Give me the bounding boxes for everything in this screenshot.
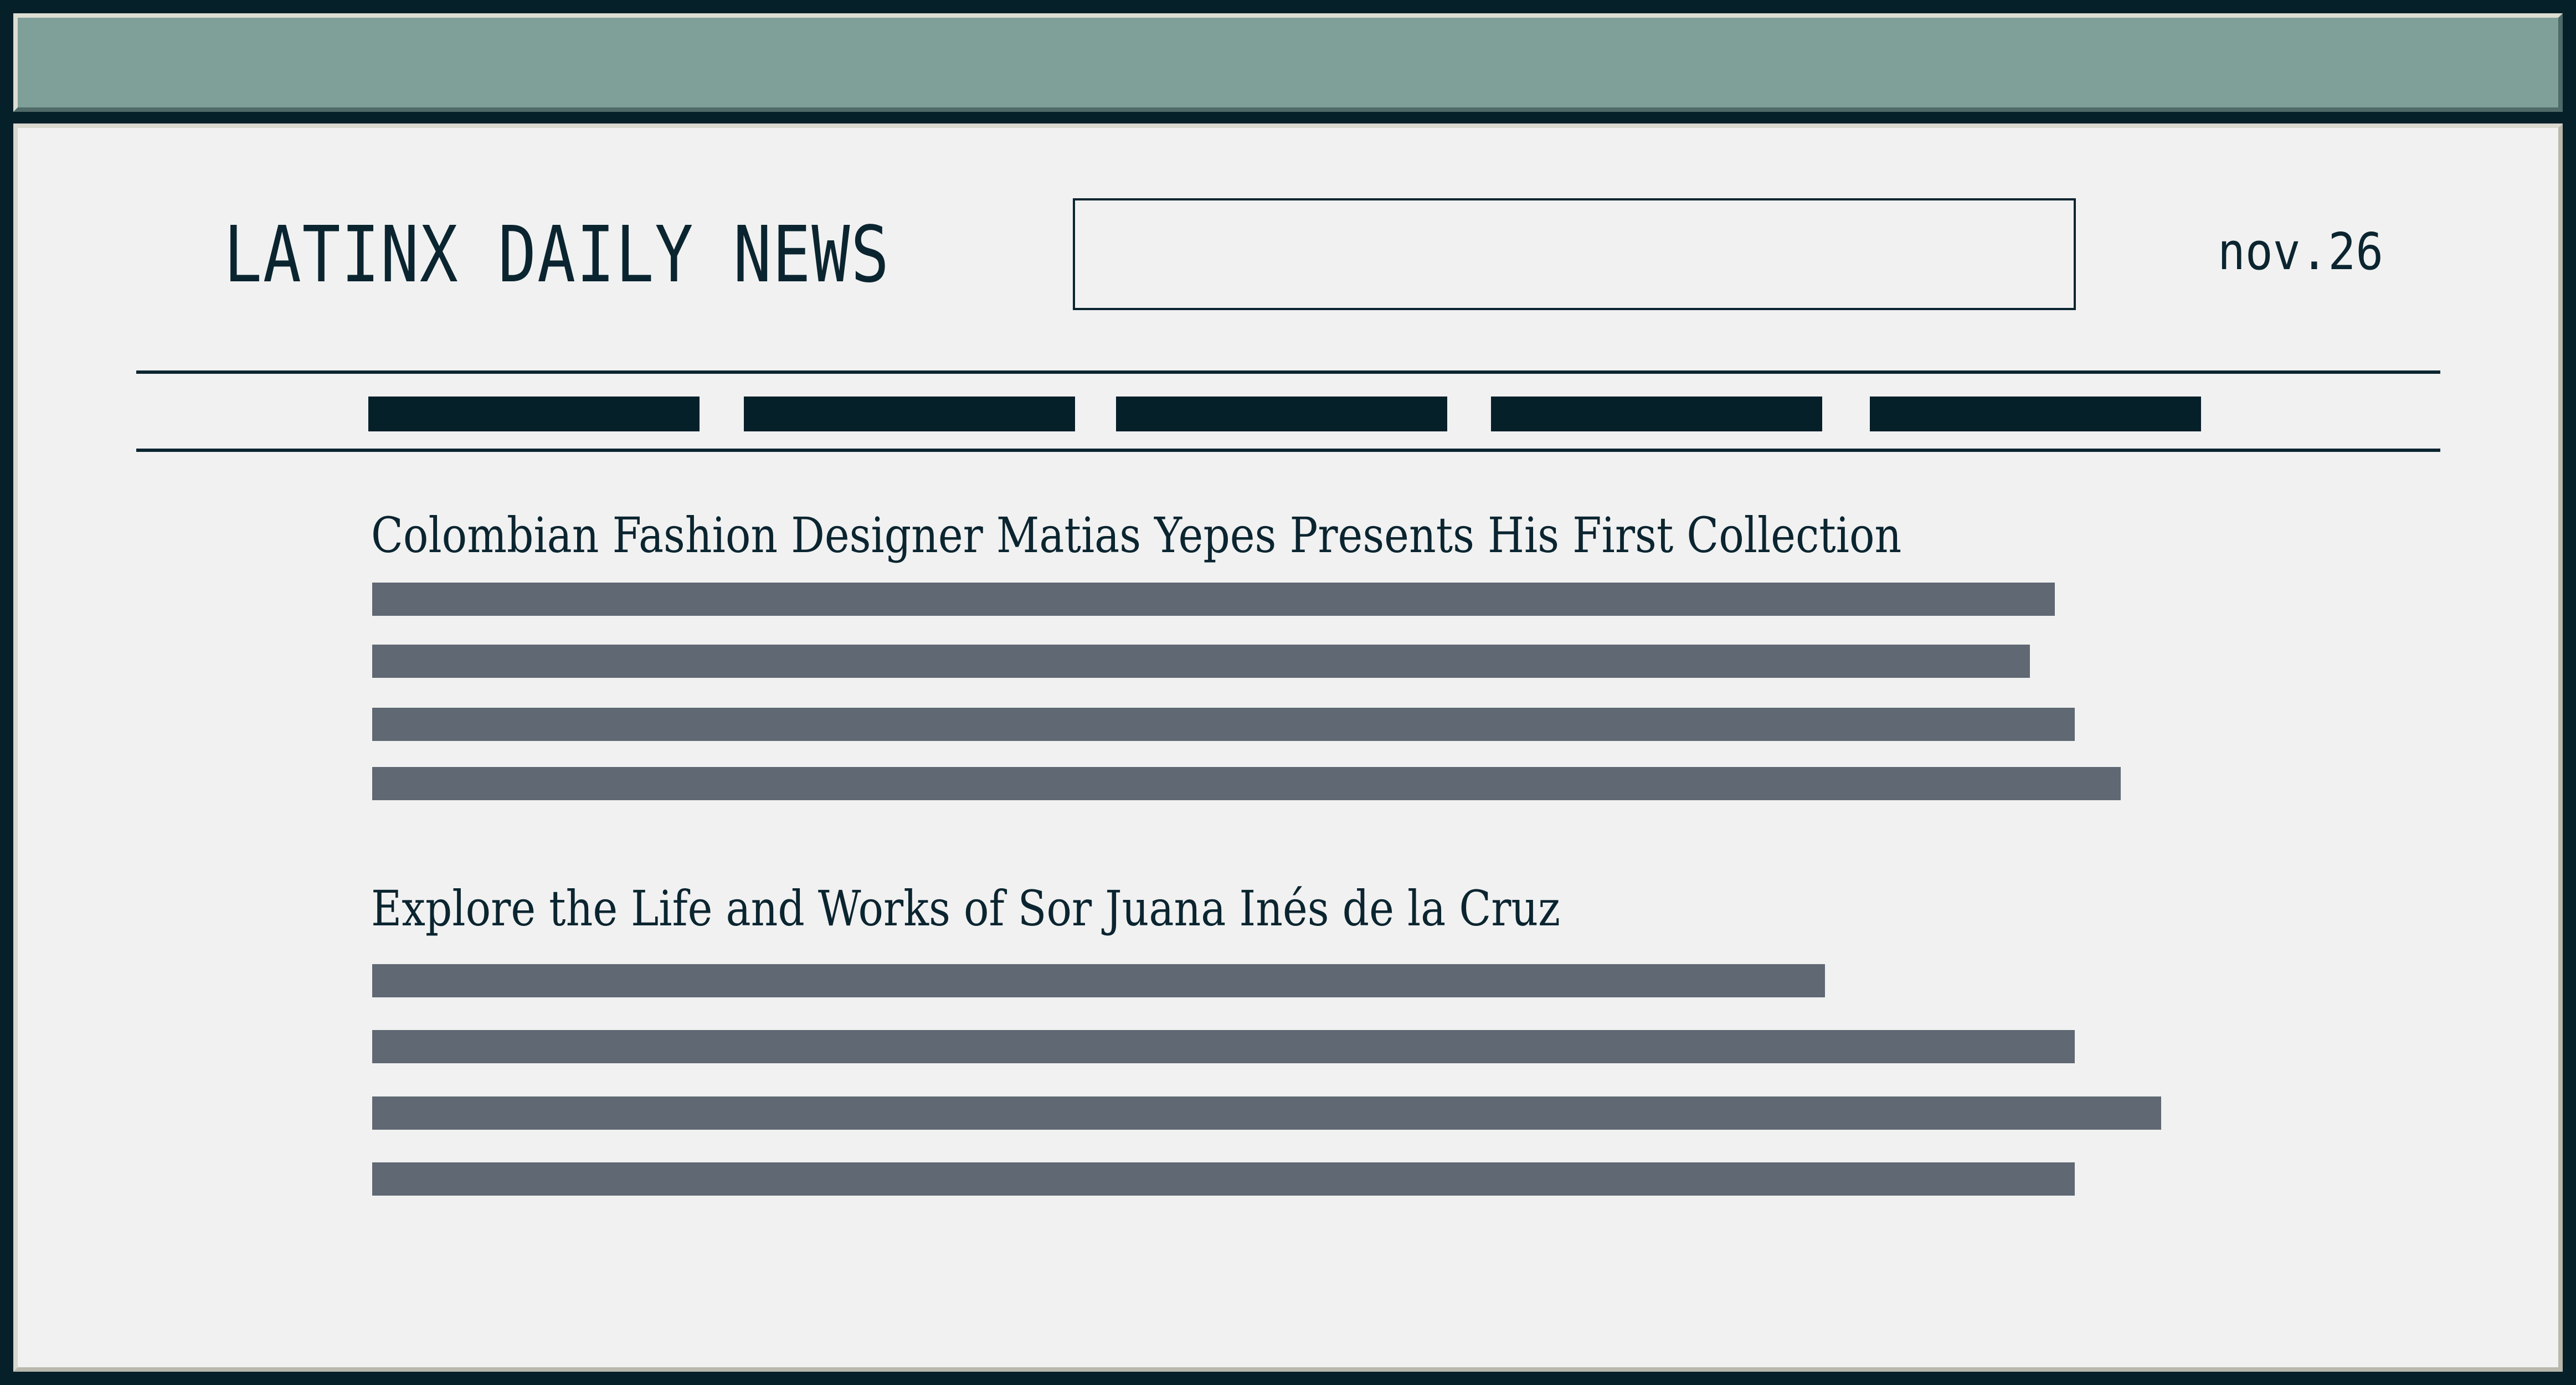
article-headline-1[interactable]: Colombian Fashion Designer Matias Yepes …: [371, 505, 1901, 566]
nav-tab-2[interactable]: [744, 397, 1075, 431]
nav-tab-5[interactable]: [1870, 397, 2201, 431]
window-titlebar[interactable]: [13, 13, 2563, 112]
article-1-text-line-2: [372, 645, 2030, 678]
date-label: nov.26: [2218, 222, 2384, 281]
article-2-text-line-3: [372, 1096, 2161, 1130]
nav-tab-1[interactable]: [368, 397, 700, 431]
nav-top-divider: [136, 370, 2440, 374]
article-2-text-line-4: [372, 1162, 2075, 1196]
nav-tab-4[interactable]: [1491, 397, 1822, 431]
search-input[interactable]: [1073, 198, 2076, 310]
article-1-text-line-4: [372, 767, 2121, 800]
article-1-text-line-1: [372, 583, 2055, 616]
nav-tab-3[interactable]: [1116, 397, 1447, 431]
site-title: LATINX DAILY NEWS: [224, 210, 890, 300]
article-2-text-line-2: [372, 1030, 2075, 1063]
article-1-text-line-3: [372, 708, 2075, 741]
browser-window: LATINX DAILY NEWS nov.26 Colombian Fashi…: [0, 0, 2576, 1385]
article-2-text-line-1: [372, 964, 1825, 997]
nav-bottom-divider: [136, 449, 2440, 452]
article-headline-2[interactable]: Explore the Life and Works of Sor Juana …: [371, 878, 1560, 939]
